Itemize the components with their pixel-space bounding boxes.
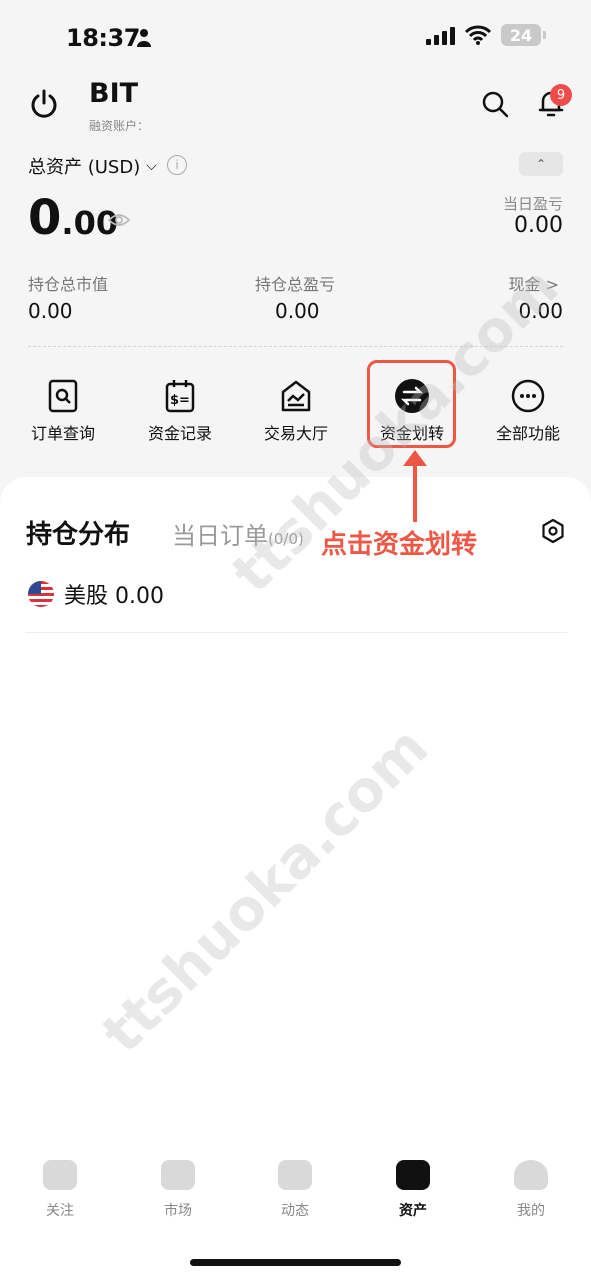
day-pl-value: 0.00 <box>514 213 563 238</box>
annotation-highlight-box <box>367 360 456 448</box>
fund-record-icon: $= <box>162 378 198 414</box>
power-icon[interactable] <box>28 88 60 120</box>
wifi-icon <box>465 25 491 45</box>
chevron-up-icon: ⌃ <box>535 157 547 171</box>
annotation-arrow-line <box>413 462 417 522</box>
cash-link[interactable]: 现金 > <box>509 271 560 295</box>
us-flag-icon <box>28 581 54 607</box>
profile-icon <box>514 1160 548 1190</box>
trading-hall-icon <box>278 378 314 414</box>
market-value-label: 持仓总市值 <box>28 275 109 294</box>
settings-icon[interactable] <box>540 518 566 544</box>
watchlist-icon <box>43 1160 77 1190</box>
tab-today-orders-label: 当日订单 <box>172 522 268 550</box>
action-all-functions[interactable]: 全部功能 <box>478 378 578 444</box>
nav-feed[interactable]: 动态 <box>255 1160 335 1220</box>
signal-icon <box>426 25 455 45</box>
us-stock-label: 美股 0.00 <box>64 584 164 609</box>
nav-market[interactable]: 市场 <box>138 1160 218 1220</box>
info-icon[interactable]: i <box>167 155 187 175</box>
cash-value: 0.00 <box>518 299 563 323</box>
battery-icon: 24 <box>501 24 546 46</box>
action-fund-record[interactable]: $= 资金记录 <box>130 378 230 444</box>
total-int: 0 <box>28 190 62 246</box>
divider <box>28 346 563 347</box>
person-icon <box>137 29 151 47</box>
nav-label: 动态 <box>281 1203 309 1219</box>
tab-today-orders-count: (0/0) <box>268 530 304 548</box>
action-label: 资金记录 <box>147 424 212 443</box>
nav-label: 关注 <box>46 1203 74 1219</box>
account-name[interactable]: BIT <box>89 78 138 109</box>
nav-label: 市场 <box>164 1203 192 1219</box>
market-value: 0.00 <box>28 299 73 323</box>
home-indicator[interactable] <box>190 1259 401 1266</box>
svg-text:$=: $= <box>170 393 190 408</box>
nav-assets[interactable]: 资产 <box>373 1160 453 1220</box>
collapse-button[interactable]: ⌃ <box>519 152 563 176</box>
nav-watchlist[interactable]: 关注 <box>20 1160 100 1220</box>
market-icon <box>161 1160 195 1190</box>
feed-icon <box>278 1160 312 1190</box>
day-pl-label: 当日盈亏 <box>502 195 563 213</box>
annotation-text: 点击资金划转 <box>321 530 478 560</box>
status-time: 18:37 <box>66 24 140 52</box>
assets-icon <box>396 1160 430 1190</box>
nav-label: 资产 <box>399 1203 427 1219</box>
position-pl-label: 持仓总盈亏 <box>255 275 336 294</box>
account-subtitle: 融资账户： <box>89 119 150 133</box>
action-label: 订单查询 <box>30 424 95 443</box>
action-label: 交易大厅 <box>263 424 328 443</box>
total-assets-value: 0.00 <box>28 190 118 246</box>
total-assets-selector[interactable]: 总资产 (USD) ⌵ <box>28 153 157 179</box>
total-assets-label: 总资产 (USD) <box>28 157 141 178</box>
eye-icon[interactable] <box>108 212 130 228</box>
action-order-query[interactable]: 订单查询 <box>13 378 113 444</box>
action-trading-hall[interactable]: 交易大厅 <box>246 378 346 444</box>
nav-profile[interactable]: 我的 <box>491 1160 571 1220</box>
more-icon <box>510 378 546 414</box>
tab-today-orders[interactable]: 当日订单(0/0) <box>172 516 304 551</box>
notification-badge: 9 <box>550 84 572 106</box>
action-label: 全部功能 <box>495 424 560 443</box>
status-indicators: 24 <box>426 24 546 46</box>
search-icon[interactable] <box>481 90 509 118</box>
us-stock-row[interactable]: 美股 0.00 <box>28 578 164 610</box>
position-pl-value: 0.00 <box>275 299 320 323</box>
nav-label: 我的 <box>517 1203 545 1219</box>
order-search-icon <box>45 378 81 414</box>
row-divider <box>26 632 567 633</box>
tab-positions[interactable]: 持仓分布 <box>26 514 130 551</box>
chevron-down-icon: ⌵ <box>146 158 157 174</box>
